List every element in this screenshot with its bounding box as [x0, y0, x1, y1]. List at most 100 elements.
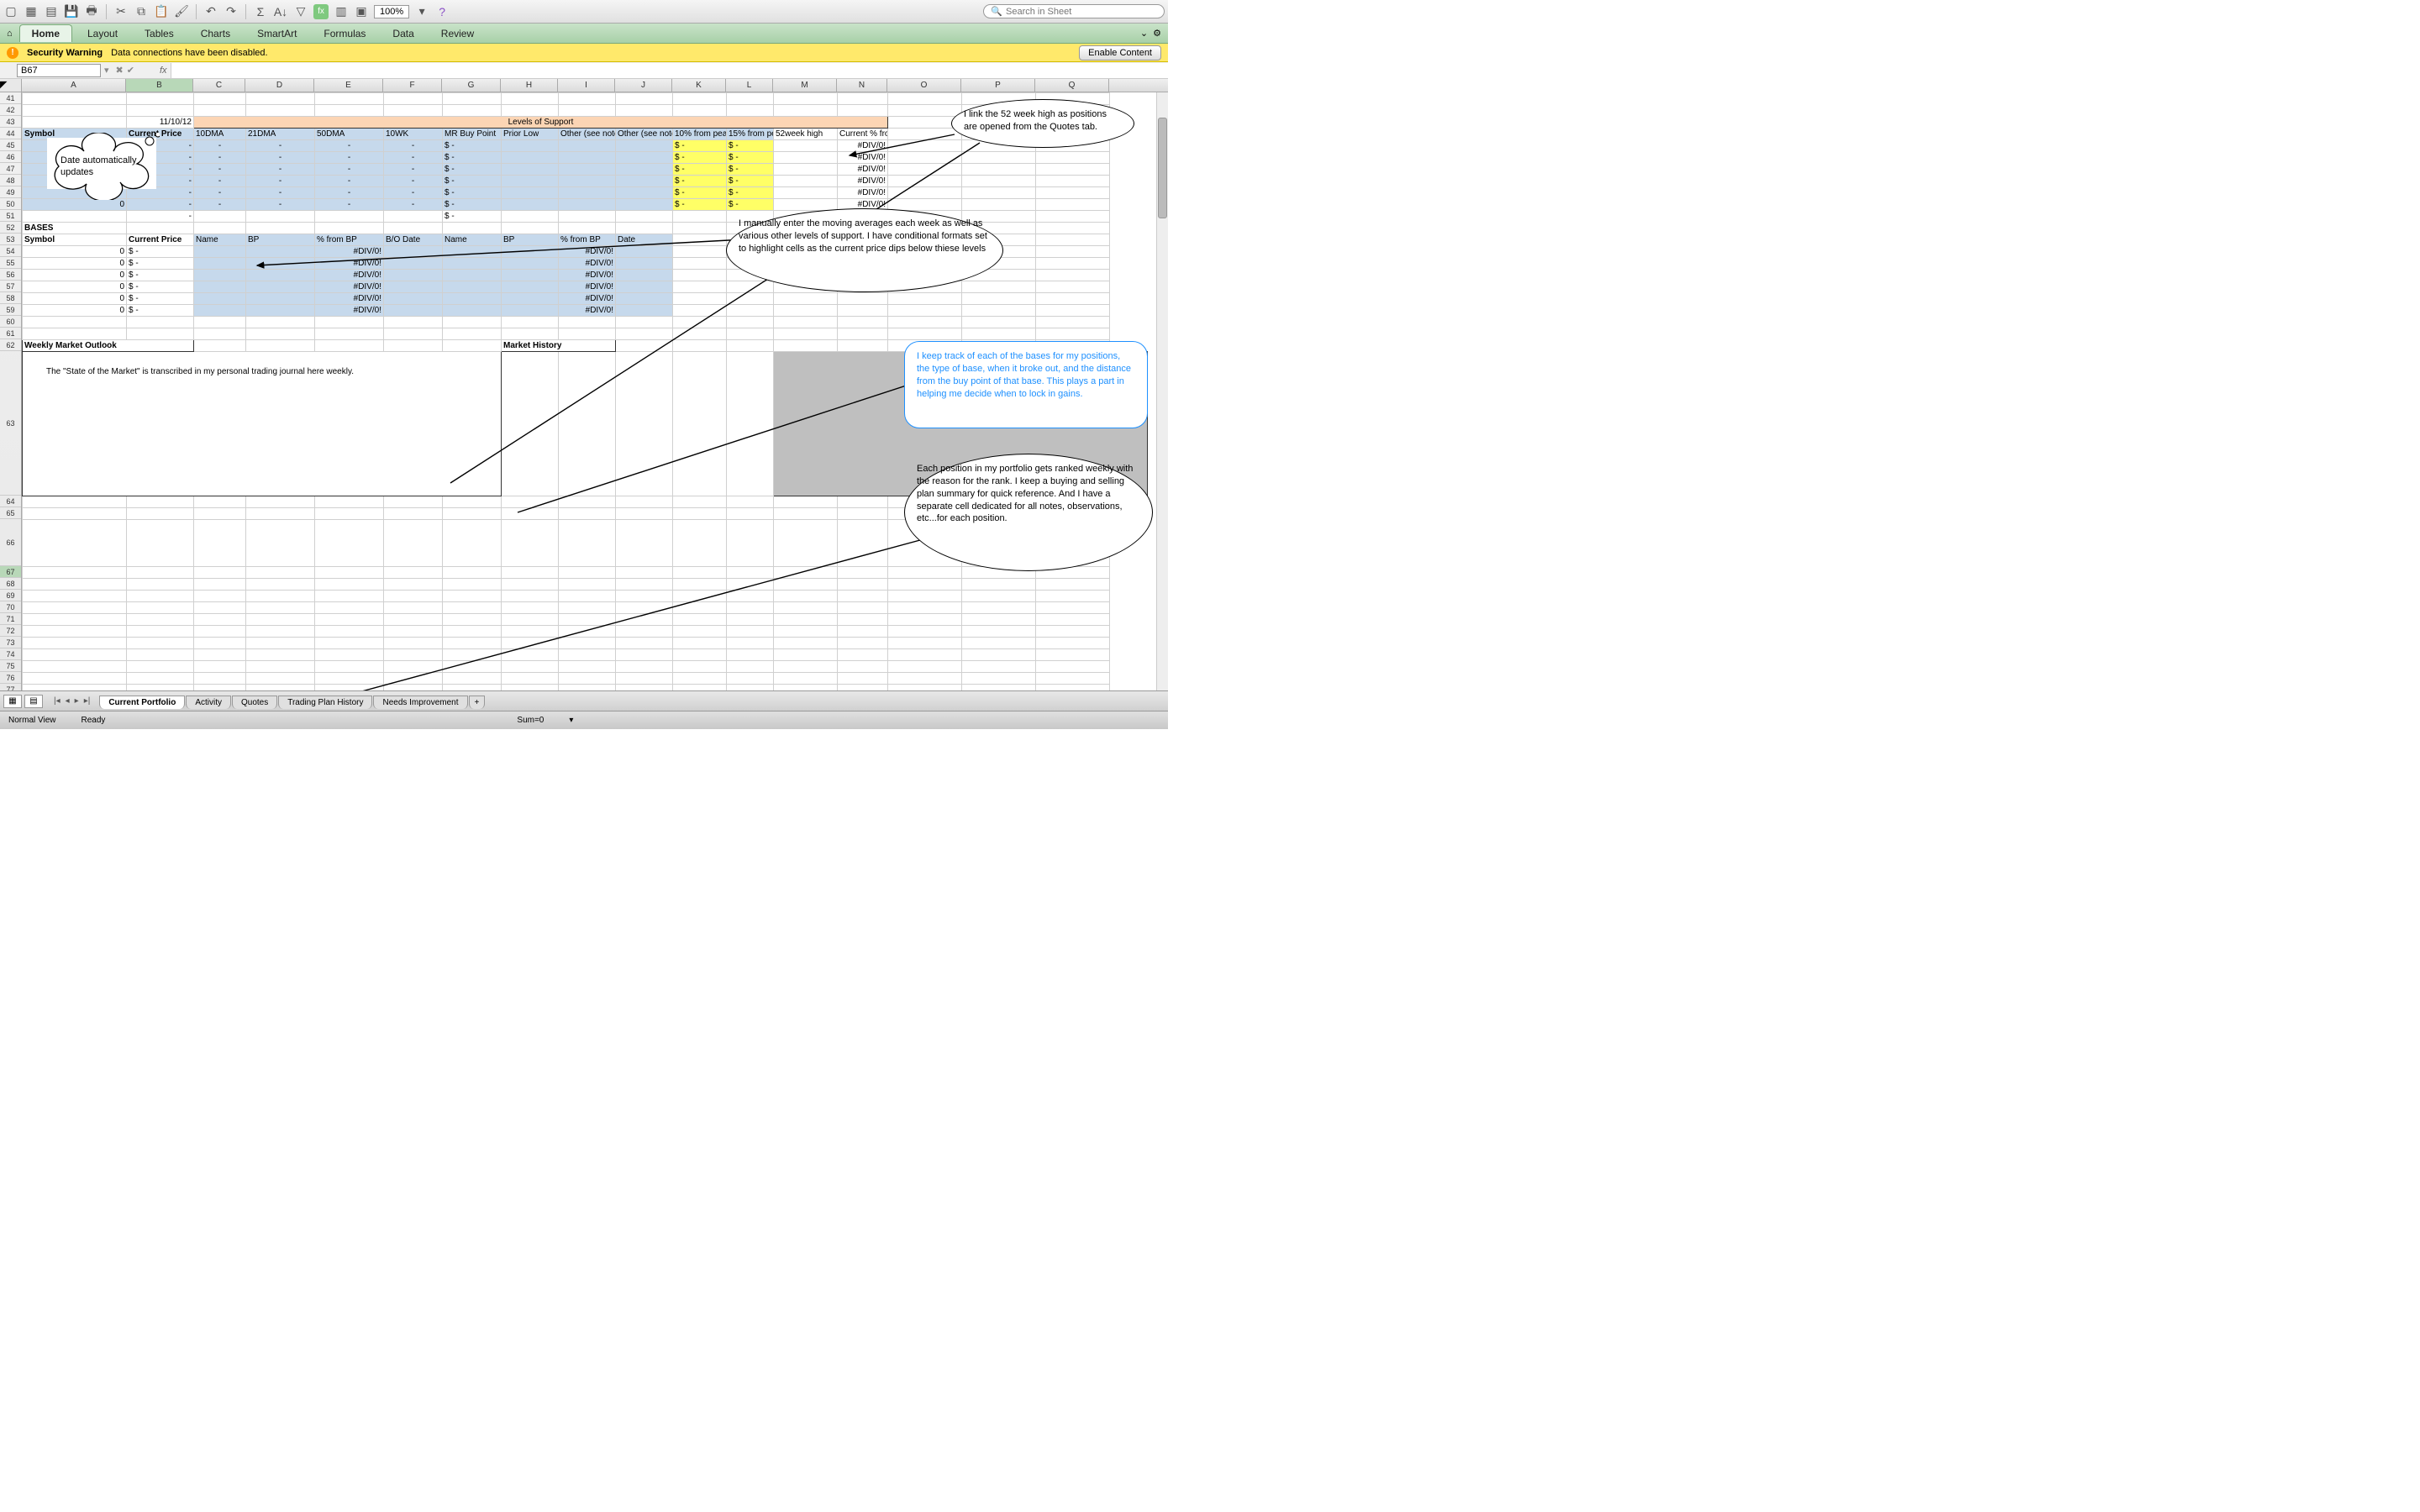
cell[interactable]: [384, 246, 443, 258]
cell[interactable]: [673, 649, 727, 661]
cell[interactable]: [315, 567, 384, 579]
cell[interactable]: [127, 105, 194, 117]
cell[interactable]: [502, 328, 559, 340]
cell[interactable]: 0: [23, 281, 127, 293]
row-hdr-71[interactable]: 71: [0, 613, 21, 625]
cell[interactable]: [616, 352, 673, 496]
cell[interactable]: $ -: [727, 176, 774, 187]
cell[interactable]: [888, 305, 962, 317]
cell[interactable]: $ -: [127, 281, 194, 293]
cell[interactable]: [194, 673, 246, 685]
cell[interactable]: [774, 93, 838, 105]
cell[interactable]: [616, 591, 673, 602]
cell[interactable]: [443, 661, 502, 673]
cell[interactable]: [888, 579, 962, 591]
cell[interactable]: [1036, 258, 1110, 270]
cell[interactable]: [1036, 246, 1110, 258]
cell[interactable]: [962, 591, 1036, 602]
cell[interactable]: [616, 140, 673, 152]
cell[interactable]: [127, 602, 194, 614]
filter-icon[interactable]: ▽: [293, 4, 308, 19]
cell[interactable]: [502, 614, 559, 626]
spreadsheet-grid[interactable]: ◤ABCDEFGHIJKLMNOPQ 414243444546474849505…: [0, 79, 1168, 711]
cell[interactable]: [384, 270, 443, 281]
cell[interactable]: [838, 293, 888, 305]
zoom-dropdown-icon[interactable]: ▾: [414, 4, 429, 19]
cell[interactable]: $ -: [443, 187, 502, 199]
cell[interactable]: $ -: [673, 164, 727, 176]
cell[interactable]: -: [246, 176, 315, 187]
col-hdr-O[interactable]: O: [887, 79, 961, 92]
cell[interactable]: -: [127, 211, 194, 223]
row-hdr-45[interactable]: 45: [0, 139, 21, 151]
row-hdr-64[interactable]: 64: [0, 496, 21, 507]
cell[interactable]: [127, 673, 194, 685]
cell[interactable]: [559, 317, 616, 328]
cell[interactable]: [888, 317, 962, 328]
tab-home[interactable]: Home: [19, 24, 72, 42]
cell[interactable]: [673, 211, 727, 223]
cell[interactable]: [502, 187, 559, 199]
cell[interactable]: -: [384, 176, 443, 187]
cell[interactable]: [616, 649, 673, 661]
cell[interactable]: Market History: [502, 340, 616, 352]
tab-tables[interactable]: Tables: [133, 25, 186, 42]
cell[interactable]: #DIV/0!: [315, 281, 384, 293]
cell[interactable]: [616, 199, 673, 211]
cell[interactable]: $ -: [673, 187, 727, 199]
cell[interactable]: [502, 352, 559, 496]
cell[interactable]: [888, 591, 962, 602]
cell[interactable]: $ -: [127, 246, 194, 258]
cell[interactable]: 0: [23, 258, 127, 270]
cell[interactable]: [962, 187, 1036, 199]
format-painter-icon[interactable]: 🖌: [174, 4, 189, 19]
cell[interactable]: [502, 638, 559, 649]
search-wrap[interactable]: 🔍: [983, 4, 1165, 18]
cell[interactable]: [559, 614, 616, 626]
cell[interactable]: [774, 152, 838, 164]
cell[interactable]: [1036, 638, 1110, 649]
row-hdr-59[interactable]: 59: [0, 304, 21, 316]
cell[interactable]: [23, 638, 127, 649]
cell[interactable]: [559, 661, 616, 673]
row-hdr-54[interactable]: 54: [0, 245, 21, 257]
cell[interactable]: [616, 626, 673, 638]
cell[interactable]: -: [384, 152, 443, 164]
tab-smartart[interactable]: SmartArt: [245, 25, 308, 42]
cell[interactable]: [194, 270, 246, 281]
cell[interactable]: [673, 223, 727, 234]
cell[interactable]: [384, 638, 443, 649]
cell[interactable]: $ -: [673, 199, 727, 211]
help-icon[interactable]: ?: [434, 4, 450, 19]
cell[interactable]: [246, 626, 315, 638]
cell[interactable]: [443, 649, 502, 661]
cell[interactable]: [727, 328, 774, 340]
cell[interactable]: [616, 293, 673, 305]
row-hdr-43[interactable]: 43: [0, 116, 21, 128]
row-hdr-50[interactable]: 50: [0, 198, 21, 210]
cell[interactable]: [443, 223, 502, 234]
cell[interactable]: [502, 140, 559, 152]
cell[interactable]: [962, 164, 1036, 176]
cell[interactable]: [315, 340, 384, 352]
cell[interactable]: [315, 508, 384, 520]
cell[interactable]: [616, 614, 673, 626]
cell[interactable]: [315, 223, 384, 234]
cell[interactable]: [673, 638, 727, 649]
cell[interactable]: [673, 246, 727, 258]
cell[interactable]: [127, 661, 194, 673]
cell[interactable]: [616, 187, 673, 199]
cell[interactable]: [962, 638, 1036, 649]
cell[interactable]: [774, 579, 838, 591]
cell[interactable]: [194, 211, 246, 223]
cell[interactable]: -: [384, 140, 443, 152]
cell[interactable]: [559, 508, 616, 520]
cell[interactable]: [673, 602, 727, 614]
cell[interactable]: [127, 579, 194, 591]
view-page-icon[interactable]: ▤: [24, 695, 43, 708]
cell[interactable]: [502, 579, 559, 591]
cell[interactable]: [502, 649, 559, 661]
cell[interactable]: Name: [194, 234, 246, 246]
cell[interactable]: [246, 638, 315, 649]
cell[interactable]: [774, 140, 838, 152]
